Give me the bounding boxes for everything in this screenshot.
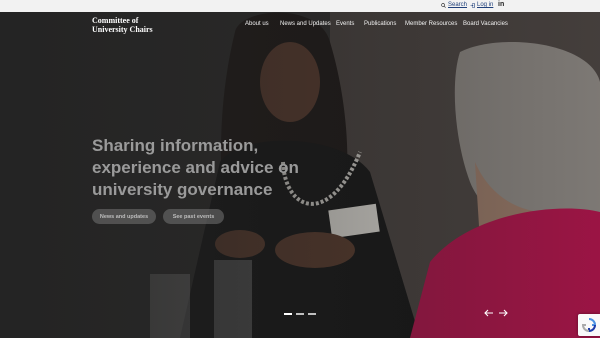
hero-headline: Sharing information, experience and advi… [92,135,322,201]
recaptcha-badge[interactable] [578,314,600,336]
login-link[interactable]: Log in [470,2,493,8]
carousel-dot-1[interactable] [284,313,292,315]
search-link-label: Search [448,2,468,8]
carousel-dot-2[interactable] [296,313,304,315]
utility-bar: Search Log in in [0,0,600,12]
carousel-indicators [284,313,316,315]
search-icon [441,2,446,8]
carousel-dot-3[interactable] [308,313,316,315]
main-navigation: About us News and Updates Events Publica… [0,21,600,29]
recaptcha-icon [582,318,596,332]
news-and-updates-button[interactable]: News and updates [92,209,156,224]
see-past-events-button[interactable]: See past events [163,209,224,224]
login-link-label: Log in [477,2,494,8]
arrow-left-icon[interactable] [484,308,494,318]
nav-item-publications[interactable]: Publications [364,21,396,27]
linkedin-icon[interactable]: in [498,1,504,8]
login-icon [470,2,475,8]
nav-item-member-resources[interactable]: Member Resources [405,21,457,27]
hero-carousel: Committee of University Chairs About us … [0,12,600,338]
headline-line-3: university governance [92,180,273,199]
nav-item-events[interactable]: Events [336,21,354,27]
headline-line-1: Sharing information, [92,136,259,155]
headline-line-2: experience and advice on [92,158,299,177]
nav-item-about-us[interactable]: About us [245,21,269,27]
arrow-right-icon[interactable] [498,308,508,318]
nav-item-news-and-updates[interactable]: News and Updates [280,21,331,27]
search-link[interactable]: Search [441,2,467,8]
nav-item-board-vacancies[interactable]: Board Vacancies [463,21,508,27]
